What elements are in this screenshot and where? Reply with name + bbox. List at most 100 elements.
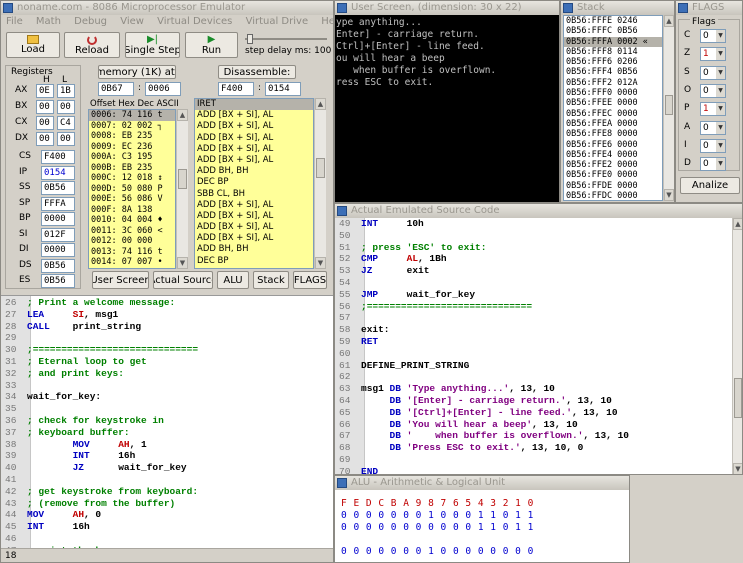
- reg-bx-low[interactable]: 00: [57, 100, 75, 114]
- disasm-scrollbar[interactable]: ▲ ▼: [314, 98, 326, 269]
- reg-di-field[interactable]: 0000: [41, 243, 75, 257]
- source-line[interactable]: 69: [335, 454, 732, 466]
- source-line[interactable]: 33: [1, 380, 333, 392]
- memory-row[interactable]: 0012: 00 000: [89, 236, 175, 247]
- memory-row[interactable]: 000E: 56 086 V: [89, 194, 175, 205]
- source-line[interactable]: 61 DEFINE_PRINT_STRING: [335, 360, 732, 372]
- stack-row[interactable]: 0B56:FFF2 012A: [564, 78, 662, 88]
- source-line[interactable]: 37 ; keyboard buffer:: [1, 427, 333, 439]
- disasm-segment-field[interactable]: F400: [218, 82, 254, 96]
- disassemble-button[interactable]: Disassemble:: [218, 65, 296, 79]
- reg-sp-field[interactable]: FFFA: [41, 196, 75, 211]
- disasm-row[interactable]: ADD [BX + SI], AL: [195, 110, 313, 121]
- flag-value-p[interactable]: 1 ▼: [700, 102, 726, 117]
- reg-ds-field[interactable]: 0B56: [41, 258, 75, 273]
- source-line[interactable]: 62: [335, 371, 732, 383]
- disasm-list[interactable]: IRET ADD [BX + SI], AL ADD [BX + SI], AL AD…: [194, 98, 314, 269]
- stack-row[interactable]: 0B56:FFEE 0000: [564, 98, 662, 108]
- memory-row[interactable]: 0006: 74 116 t: [89, 110, 175, 121]
- actual-source-button[interactable]: Actual Source: [153, 271, 213, 289]
- reg-dx-high[interactable]: 00: [36, 132, 54, 146]
- stack-row[interactable]: 0B56:FFEC 0000: [564, 109, 662, 119]
- reg-ax-low[interactable]: 1B: [57, 84, 75, 98]
- source-line[interactable]: 65 DB '[Ctrl]+[Enter] - line feed.', 13,…: [335, 407, 732, 419]
- source-line[interactable]: 30 ;=============================: [1, 344, 333, 356]
- single-step-button[interactable]: ▶| Single Step: [125, 32, 180, 58]
- menu-math[interactable]: Math: [36, 16, 61, 27]
- disasm-row[interactable]: ADD BH, BH: [195, 244, 313, 255]
- reload-button[interactable]: Reload: [64, 32, 120, 58]
- reg-cx-high[interactable]: 00: [36, 116, 54, 130]
- source-line[interactable]: 56 ;=============================: [335, 301, 732, 313]
- source-line[interactable]: 44 MOV AH, 0: [1, 509, 333, 521]
- memory-row[interactable]: 0008: EB 235: [89, 131, 175, 142]
- source-line[interactable]: 63 msg1 DB 'Type anything...', 13, 10: [335, 383, 732, 395]
- menu-debug[interactable]: Debug: [74, 16, 107, 27]
- stack-row[interactable]: 0B56:FFF8 0114: [564, 47, 662, 57]
- disasm-row[interactable]: SBB CL, BH: [195, 189, 313, 200]
- chevron-down-icon[interactable]: ▼: [716, 66, 725, 79]
- source-editor[interactable]: 26 ; Print a welcome message: 27 LEA SI, ms…: [1, 295, 333, 548]
- chevron-down-icon[interactable]: ▼: [716, 158, 725, 171]
- source-line[interactable]: 64 DB '[Enter] - carriage return.', 13, …: [335, 395, 732, 407]
- stack-row[interactable]: 0B56:FFDC 0000: [564, 191, 662, 200]
- flag-value-d[interactable]: 0 ▼: [700, 157, 726, 172]
- disasm-row[interactable]: DEC BP: [195, 177, 313, 188]
- source-line[interactable]: 34 wait_for_key:: [1, 391, 333, 403]
- memory-row[interactable]: 0013: 74 116 t: [89, 247, 175, 258]
- scroll-up-icon[interactable]: ▲: [177, 109, 188, 121]
- analyze-button[interactable]: Analize: [680, 177, 740, 194]
- reg-bp-field[interactable]: 0000: [41, 212, 75, 226]
- stack-row[interactable]: 0B56:FFDE 0000: [564, 181, 662, 191]
- stack-row[interactable]: 0B56:FFEA 0000: [564, 119, 662, 129]
- memory-row[interactable]: 0009: EC 236: [89, 142, 175, 153]
- reg-ip-field[interactable]: 0154: [41, 165, 75, 180]
- chevron-down-icon[interactable]: ▼: [716, 121, 725, 134]
- stack-row[interactable]: 0B56:FFFC 0B56: [564, 26, 662, 36]
- scroll-down-icon[interactable]: ▼: [733, 463, 742, 474]
- actual-source-editor[interactable]: 49 INT 10h 50 51 ; press 'ESC' to exit: 52 CMP…: [335, 218, 732, 474]
- source-line[interactable]: 31 ; Eternal loop to get: [1, 356, 333, 368]
- scroll-up-icon[interactable]: ▲: [315, 98, 326, 110]
- disasm-row[interactable]: IRET: [195, 99, 313, 111]
- source-line[interactable]: 40 JZ wait_for_key: [1, 462, 333, 474]
- flag-value-s[interactable]: 0 ▼: [700, 65, 726, 80]
- reg-ss-field[interactable]: 0B56: [41, 181, 75, 195]
- reg-ax-high[interactable]: 0E: [36, 84, 54, 98]
- stack-button[interactable]: Stack: [253, 271, 289, 289]
- memory-button[interactable]: memory (1K) at:: [98, 65, 176, 79]
- source-line[interactable]: 28 CALL print_string: [1, 321, 333, 333]
- load-button[interactable]: Load: [6, 32, 60, 58]
- source-line[interactable]: 54: [335, 277, 732, 289]
- memory-scrollbar[interactable]: ▲ ▼: [176, 109, 188, 269]
- disasm-row[interactable]: ADD BH, BH: [195, 166, 313, 177]
- disasm-row[interactable]: DEC BP: [195, 256, 313, 267]
- disasm-row[interactable]: ADD [BX + SI], AL: [195, 155, 313, 166]
- source-line[interactable]: 39 INT 16h: [1, 450, 333, 462]
- source-line[interactable]: 41: [1, 474, 333, 486]
- source-line[interactable]: 60: [335, 348, 732, 360]
- memory-row[interactable]: 0014: 07 007 •: [89, 257, 175, 268]
- chevron-down-icon[interactable]: ▼: [716, 84, 725, 97]
- source-line[interactable]: 36 ; check for keystroke in: [1, 415, 333, 427]
- scroll-thumb[interactable]: [178, 169, 187, 189]
- memory-offset-field[interactable]: 0006: [145, 82, 181, 96]
- chevron-down-icon[interactable]: ▼: [716, 48, 725, 61]
- flag-value-c[interactable]: 0 ▼: [700, 29, 726, 43]
- stack-row[interactable]: 0B56:FFE6 0000: [564, 140, 662, 150]
- reg-es-field[interactable]: 0B56: [41, 274, 75, 288]
- source-line[interactable]: 67 DB ' when buffer is overflown.', 13, …: [335, 430, 732, 442]
- user-screen-button[interactable]: User Screen: [92, 271, 149, 289]
- scroll-down-icon[interactable]: ▼: [177, 257, 188, 269]
- reg-cs-field[interactable]: F400: [41, 150, 75, 164]
- flag-value-o[interactable]: 0 ▼: [700, 83, 726, 98]
- source-line[interactable]: 68 DB 'Press ESC to exit.', 13, 10, 0: [335, 442, 732, 454]
- slider-thumb[interactable]: [247, 34, 253, 44]
- menu-virtual-drive[interactable]: Virtual Drive: [246, 16, 309, 27]
- scroll-thumb[interactable]: [665, 95, 673, 115]
- disasm-offset-field[interactable]: 0154: [265, 82, 301, 96]
- scroll-thumb[interactable]: [316, 158, 325, 178]
- disasm-row[interactable]: ADD [BX + SI], AL: [195, 121, 313, 132]
- step-delay-slider[interactable]: [245, 34, 327, 44]
- stack-row[interactable]: 0B56:FFFE 0246: [564, 16, 662, 26]
